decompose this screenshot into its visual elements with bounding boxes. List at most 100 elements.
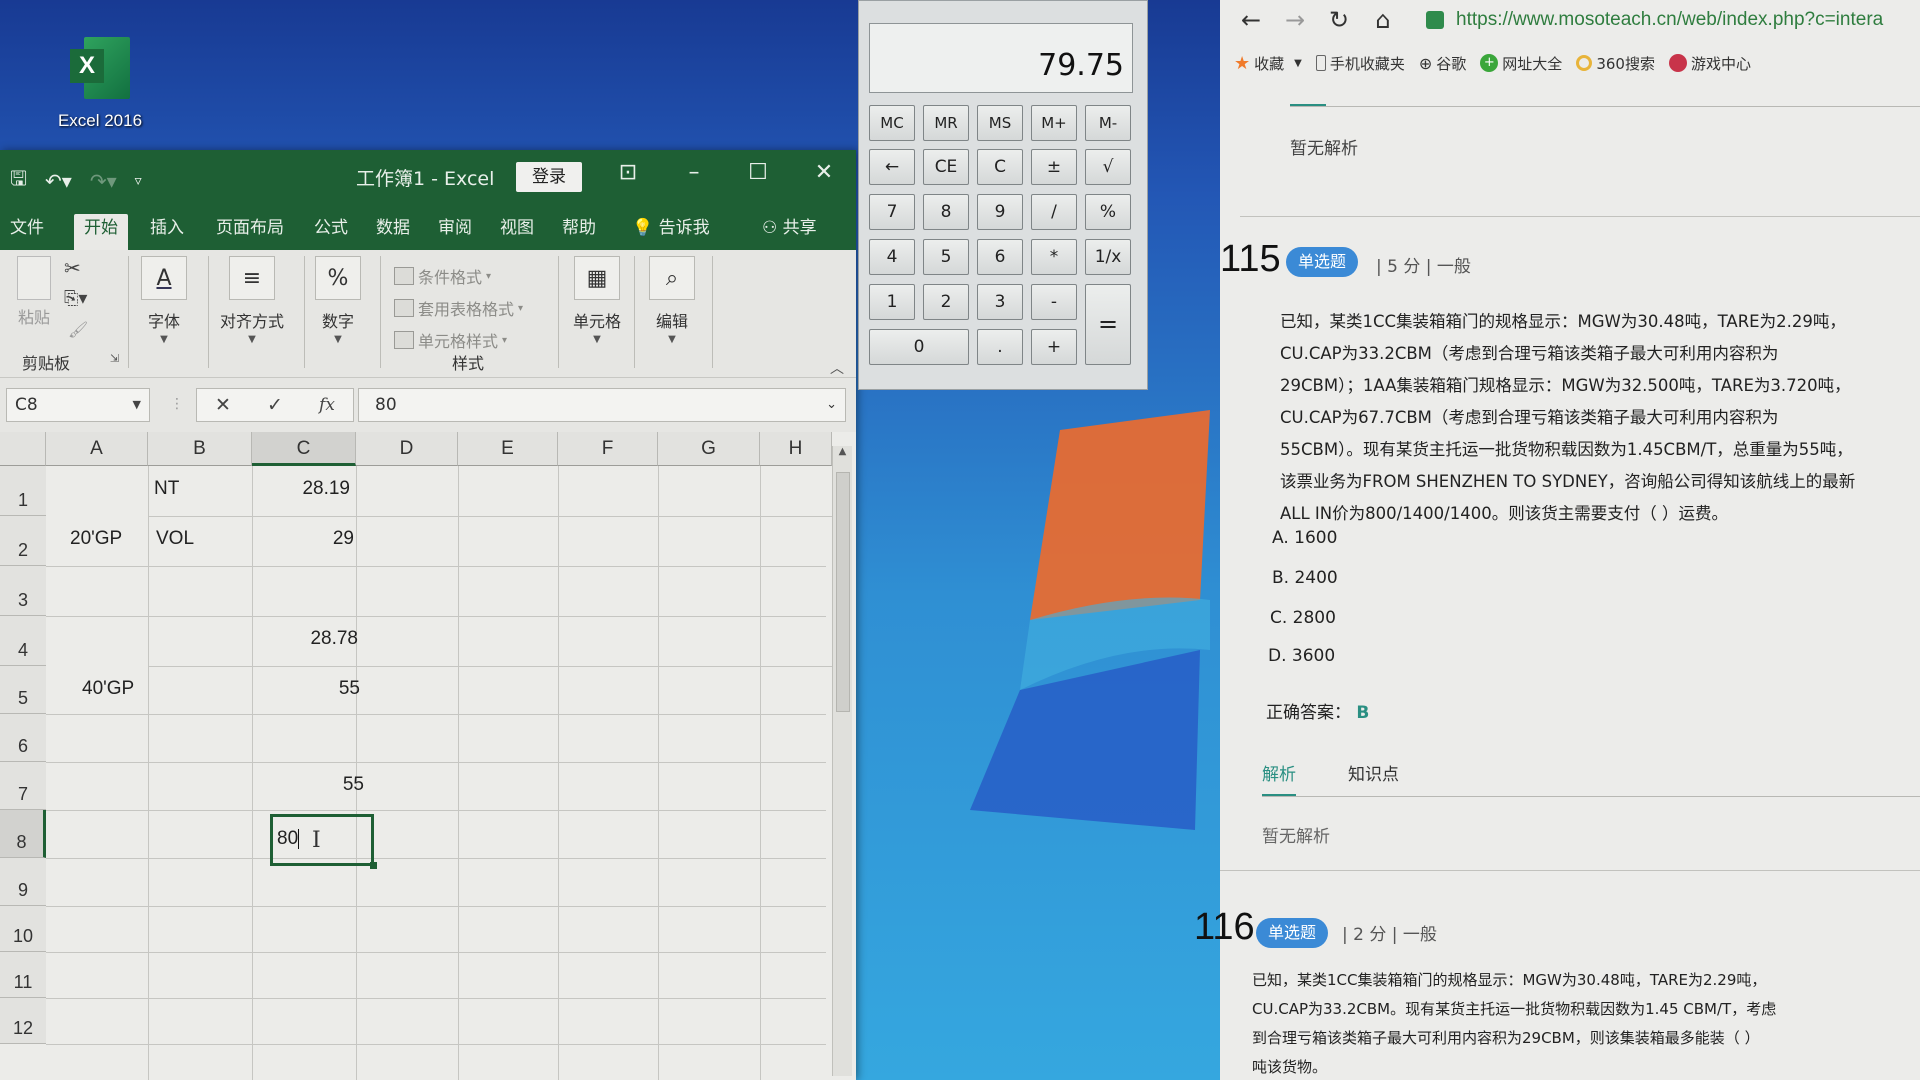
row-header-8[interactable]: 8 (0, 810, 46, 858)
font-button[interactable]: A 字体 ▼ (134, 256, 194, 345)
cell-c4[interactable]: 28.78 (260, 628, 358, 650)
calc-mr-button[interactable]: MR (923, 105, 969, 141)
row-header-3[interactable]: 3 (0, 566, 46, 616)
login-button[interactable]: 登录 (516, 162, 582, 192)
calc-mc-button[interactable]: MC (869, 105, 915, 141)
vertical-scrollbar[interactable]: ▲ (832, 446, 852, 1076)
calc-multiply-button[interactable]: * (1031, 239, 1077, 275)
cell-a1-merged[interactable]: 20'GP (70, 528, 122, 550)
calc-ce-button[interactable]: CE (923, 149, 969, 185)
tab-help[interactable]: 帮助 (552, 214, 606, 250)
row-header-1[interactable]: 1 (0, 466, 46, 516)
editing-button[interactable]: ⌕ 编辑 ▼ (642, 256, 702, 345)
back-icon[interactable]: ← (1238, 6, 1264, 34)
scroll-up-icon[interactable]: ▲ (833, 446, 852, 457)
column-header-c[interactable]: C (252, 432, 356, 466)
tab-home[interactable]: 开始 (74, 214, 128, 250)
active-cell-c8[interactable]: 80 (270, 814, 377, 869)
enter-entry-icon[interactable]: ✓ (267, 394, 283, 416)
share-button[interactable]: ⚇ 共享 (752, 214, 827, 250)
column-header-g[interactable]: G (658, 432, 760, 466)
paste-button[interactable]: 粘贴 (12, 256, 56, 328)
calc-3-button[interactable]: 3 (977, 284, 1023, 320)
tab-file[interactable]: 文件 (0, 214, 54, 250)
favorite-item[interactable]: ⊕ 谷歌 (1419, 53, 1466, 74)
calc-add-button[interactable]: + (1031, 329, 1077, 365)
save-icon[interactable]: 🖫 (10, 164, 27, 198)
tab-review[interactable]: 审阅 (428, 214, 482, 250)
table-format-button[interactable]: 套用表格格式 ▾ (394, 296, 523, 320)
calc-divide-button[interactable]: / (1031, 194, 1077, 230)
calc-9-button[interactable]: 9 (977, 194, 1023, 230)
cell-styles-button[interactable]: 单元格样式 ▾ (394, 328, 507, 352)
row-header-9[interactable]: 9 (0, 858, 46, 906)
maximize-icon[interactable]: ☐ (738, 160, 778, 185)
number-button[interactable]: % 数字 ▼ (308, 256, 368, 345)
calc-6-button[interactable]: 6 (977, 239, 1023, 275)
address-bar[interactable]: https://www.mosoteach.cn/web/index.php?c… (1456, 9, 1883, 31)
fill-handle[interactable] (370, 862, 377, 869)
calc-mplus-button[interactable]: M+ (1031, 105, 1077, 141)
calc-subtract-button[interactable]: - (1031, 284, 1077, 320)
calc-8-button[interactable]: 8 (923, 194, 969, 230)
favorite-item[interactable]: 手机收藏夹 (1315, 53, 1405, 74)
row-header-6[interactable]: 6 (0, 714, 46, 762)
column-header-e[interactable]: E (458, 432, 558, 466)
column-header-h[interactable]: H (760, 432, 832, 466)
row-header-12[interactable]: 12 (0, 998, 46, 1044)
calc-reciprocal-button[interactable]: 1/x (1085, 239, 1131, 275)
calc-sqrt-button[interactable]: √ (1085, 149, 1131, 185)
insert-function-icon[interactable]: fx (319, 395, 335, 415)
column-header-d[interactable]: D (356, 432, 458, 466)
reload-icon[interactable]: ↻ (1326, 6, 1352, 34)
dialog-launcher-icon[interactable]: ⇲ (110, 352, 119, 365)
calc-c-button[interactable]: C (977, 149, 1023, 185)
column-header-a[interactable]: A (46, 432, 148, 466)
calc-5-button[interactable]: 5 (923, 239, 969, 275)
calc-4-button[interactable]: 4 (869, 239, 915, 275)
format-painter-icon[interactable]: 🖌 (68, 320, 88, 339)
tab-knowledge-points[interactable]: 知识点 (1348, 760, 1399, 785)
cells-button[interactable]: ▦ 单元格 ▼ (566, 256, 628, 345)
cell-b2[interactable]: VOL (156, 528, 194, 550)
calc-backspace-button[interactable]: ← (869, 149, 915, 185)
option-d[interactable]: D. 3600 (1268, 646, 1335, 666)
column-header-f[interactable]: F (558, 432, 658, 466)
calc-mminus-button[interactable]: M- (1085, 105, 1131, 141)
cell-b1[interactable]: NT (154, 478, 179, 500)
calc-equals-button[interactable]: = (1085, 284, 1131, 365)
tab-view[interactable]: 视图 (490, 214, 544, 250)
chevron-down-icon[interactable]: ▼ (133, 389, 141, 421)
option-b[interactable]: B. 2400 (1272, 568, 1338, 588)
scrollbar-thumb[interactable] (836, 472, 850, 712)
desktop-icon-excel[interactable]: X Excel 2016 (45, 35, 155, 131)
calc-7-button[interactable]: 7 (869, 194, 915, 230)
row-header-10[interactable]: 10 (0, 906, 46, 952)
forward-icon[interactable]: → (1282, 6, 1308, 34)
home-icon[interactable]: ⌂ (1370, 6, 1396, 34)
calc-ms-button[interactable]: MS (977, 105, 1023, 141)
tab-data[interactable]: 数据 (366, 214, 420, 250)
conditional-format-button[interactable]: 条件格式 ▾ (394, 264, 491, 288)
cell-a4-merged[interactable]: 40'GP (82, 678, 134, 700)
chevron-down-icon[interactable]: ▼ (1294, 58, 1302, 69)
spreadsheet-grid[interactable]: A B C D E F G H 1 2 3 4 5 6 7 8 9 10 11 … (0, 432, 856, 1080)
row-header-2[interactable]: 2 (0, 516, 46, 566)
favorite-item[interactable]: 360搜索 (1576, 53, 1655, 74)
option-c[interactable]: C. 2800 (1270, 608, 1336, 628)
favorite-item[interactable]: ★ 收藏 ▼ (1234, 53, 1302, 74)
drag-handle-icon[interactable]: ⋮ (170, 396, 184, 412)
redo-icon[interactable]: ↷▾ (90, 169, 117, 193)
ribbon-display-icon[interactable]: ⊡ (608, 160, 648, 185)
option-a[interactable]: A. 1600 (1272, 528, 1337, 548)
calc-negate-button[interactable]: ± (1031, 149, 1077, 185)
tab-page-layout[interactable]: 页面布局 (206, 214, 294, 250)
tab-formulas[interactable]: 公式 (304, 214, 358, 250)
calc-1-button[interactable]: 1 (869, 284, 915, 320)
minimize-icon[interactable]: – (674, 160, 714, 185)
cell-c1[interactable]: 28.19 (256, 478, 350, 500)
tab-analysis[interactable]: 解析 (1262, 760, 1296, 785)
row-header-4[interactable]: 4 (0, 616, 46, 666)
row-header-5[interactable]: 5 (0, 666, 46, 714)
alignment-button[interactable]: ≡ 对齐方式 ▼ (216, 256, 288, 345)
